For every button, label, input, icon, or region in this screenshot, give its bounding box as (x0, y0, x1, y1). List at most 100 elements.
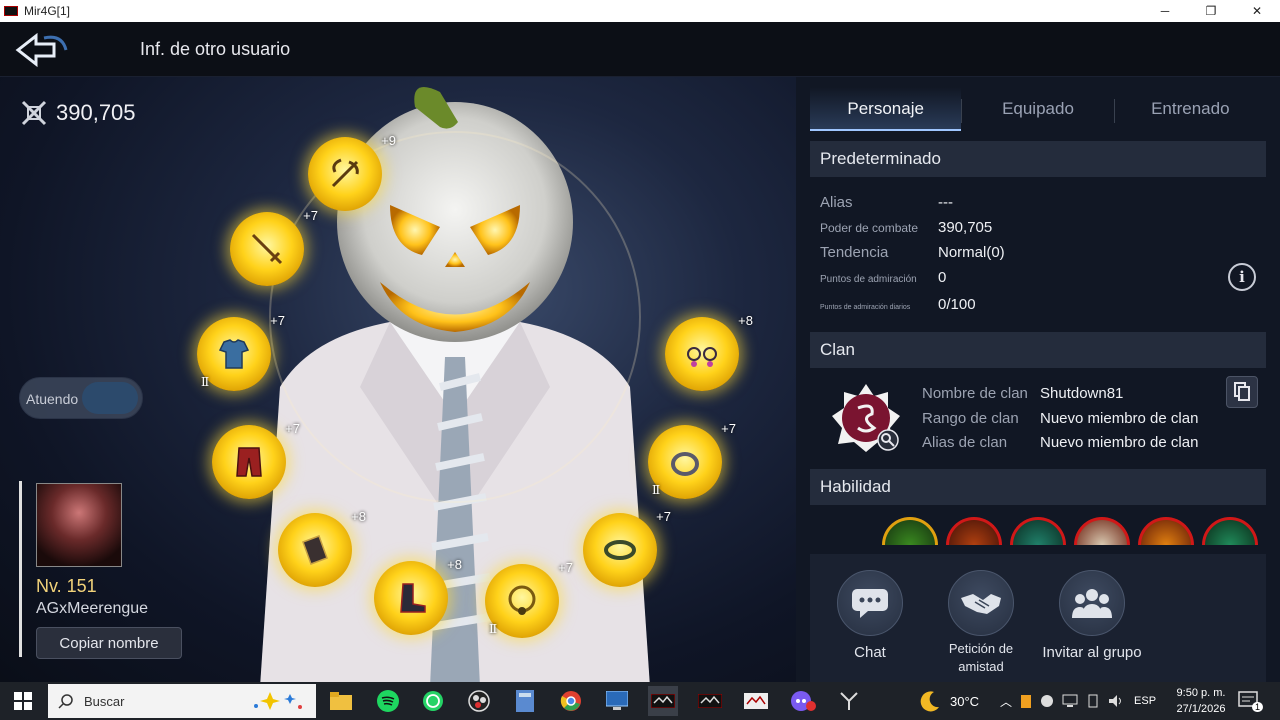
battery-icon[interactable] (1020, 693, 1032, 709)
gear-slot-boots[interactable]: +8 (374, 557, 462, 635)
invite-group-button[interactable]: Invitar al grupo (1037, 570, 1147, 662)
page-title: Inf. de otro usuario (140, 39, 291, 59)
character-model (260, 87, 650, 682)
usb-icon[interactable] (1086, 694, 1100, 708)
friend-request-label: Petición de amistad (948, 641, 1014, 674)
section-habilidad: Habilidad (810, 469, 1266, 505)
whatsapp-icon[interactable] (418, 686, 448, 716)
gear-slot-ring[interactable]: +7 Ⅱ (648, 421, 736, 499)
back-button[interactable] (14, 30, 70, 70)
outfit-toggle-switch[interactable] (82, 382, 138, 414)
section-clan: Clan (810, 332, 1266, 368)
stat-value: Normal(0) (938, 244, 1005, 261)
combat-power-value: 390,705 (56, 100, 136, 125)
gear-slot-gloves[interactable]: +8 (278, 509, 366, 587)
pants-icon (236, 447, 262, 477)
game-header: Inf. de otro usuario (0, 22, 1280, 77)
necklace-icon (508, 585, 536, 615)
tab-equipado[interactable]: Equipado (962, 87, 1113, 131)
clock-date: 27/1/2026 (1176, 703, 1226, 715)
skill-icon[interactable] (882, 517, 938, 545)
chat-button-circle[interactable] (837, 570, 903, 636)
outfit-toggle[interactable]: Atuendo (19, 377, 143, 419)
skill-icon[interactable] (946, 517, 1002, 545)
taskbar-clock[interactable]: 9:50 p. m. 27/1/2026 (1168, 685, 1234, 717)
friend-request-button[interactable]: Petición de amistad (926, 570, 1036, 676)
file-explorer-icon[interactable] (326, 686, 356, 716)
spotify-icon[interactable] (373, 686, 403, 716)
tab-bar: Personaje Equipado Entrenado (810, 87, 1266, 131)
stat-row: Poder de combate 390,705 (820, 219, 992, 236)
copy-icon (1234, 382, 1250, 401)
start-button[interactable] (0, 682, 46, 720)
stat-label: Alias (820, 194, 853, 211)
volume-icon[interactable] (1108, 694, 1124, 708)
steam-icon[interactable] (1040, 694, 1054, 708)
restore-button[interactable]: ❐ (1188, 0, 1234, 22)
weather-widget[interactable]: 30°C (918, 682, 979, 720)
gear-enhance-level: +7 (285, 421, 300, 436)
info-icon[interactable]: i (1228, 263, 1256, 291)
copy-name-button[interactable]: Copiar nombre (36, 627, 182, 659)
gear-slot-weapon[interactable]: +9 (308, 133, 396, 211)
calculator-icon[interactable] (510, 686, 540, 716)
stat-label: Tendencia (820, 244, 889, 261)
armor-icon (218, 339, 250, 369)
window-title: Mir4G[1] (24, 4, 71, 18)
network-icon[interactable] (1062, 694, 1078, 708)
mir4-app-icon[interactable] (695, 686, 725, 716)
chat-bubble-icon (852, 589, 888, 618)
close-button[interactable]: ✕ (1234, 0, 1280, 22)
notifications-button[interactable]: 1 (1238, 682, 1271, 720)
language-indicator[interactable]: ESP (1134, 695, 1156, 707)
stat-value: --- (938, 194, 953, 211)
gear-enhance-level: +9 (381, 133, 396, 148)
skill-icon[interactable] (1010, 517, 1066, 545)
tab-personaje[interactable]: Personaje (810, 87, 962, 131)
clan-row: Alias de clan Nuevo miembro de clan (922, 434, 1198, 451)
action-bar: Chat Petición de amistad Invitar al grup… (810, 554, 1266, 682)
search-icon (58, 694, 73, 709)
moon-icon (920, 691, 939, 712)
earrings-icon (687, 347, 717, 367)
skill-icon[interactable] (1202, 517, 1258, 545)
ring-icon (671, 452, 699, 476)
monitor-app-icon[interactable] (602, 686, 632, 716)
gear-tier: Ⅱ (489, 622, 498, 636)
discord-icon[interactable] (788, 686, 818, 716)
yarrow-app-icon[interactable] (834, 686, 864, 716)
minimize-button[interactable]: ─ (1142, 0, 1188, 22)
chat-button[interactable]: Chat (815, 570, 925, 662)
outfit-toggle-label: Atuendo (26, 391, 79, 407)
gear-slot-armor[interactable]: +7 Ⅱ (197, 313, 285, 391)
boots-icon (400, 583, 426, 613)
skill-icon[interactable] (1138, 517, 1194, 545)
mir4-app-icon-active[interactable] (648, 686, 678, 716)
character-scene: 390,705 +9 +7 +7 Ⅱ +7 +8 +8 +7 Ⅱ +8 +7 Ⅱ… (0, 77, 796, 682)
friend-request-circle[interactable] (948, 570, 1014, 636)
skill-list (882, 517, 1266, 545)
gear-slot-necklace[interactable]: +7 Ⅱ (485, 560, 573, 638)
chrome-icon[interactable] (556, 686, 586, 716)
gloves-icon (302, 535, 328, 565)
gear-slot-dagger[interactable]: +7 (230, 208, 318, 286)
chevron-up-icon[interactable]: ︿ (1000, 693, 1012, 710)
window-titlebar: Mir4G[1] ─ ❐ ✕ (0, 0, 1280, 22)
gear-slot-pants[interactable]: +7 (212, 421, 300, 499)
obs-icon[interactable] (464, 686, 494, 716)
gear-slot-earrings[interactable]: +8 (665, 313, 753, 391)
stat-row: Tendencia Normal(0) (820, 244, 1005, 261)
gear-slot-bracelet[interactable]: +7 (583, 509, 671, 587)
gear-enhance-level: +7 (721, 421, 736, 436)
player-level: Nv. 151 (36, 576, 97, 596)
tab-entrenado[interactable]: Entrenado (1115, 87, 1266, 131)
mir4-launcher-icon[interactable] (741, 686, 771, 716)
invite-group-circle[interactable] (1059, 570, 1125, 636)
copy-clan-button[interactable] (1226, 376, 1258, 408)
skill-icon[interactable] (1074, 517, 1130, 545)
taskbar-search[interactable]: Buscar (48, 684, 316, 718)
avatar (36, 483, 122, 567)
clan-emblem-icon[interactable] (830, 382, 902, 454)
stat-value: 390,705 (938, 219, 993, 236)
stat-value: 0/100 (938, 296, 976, 313)
